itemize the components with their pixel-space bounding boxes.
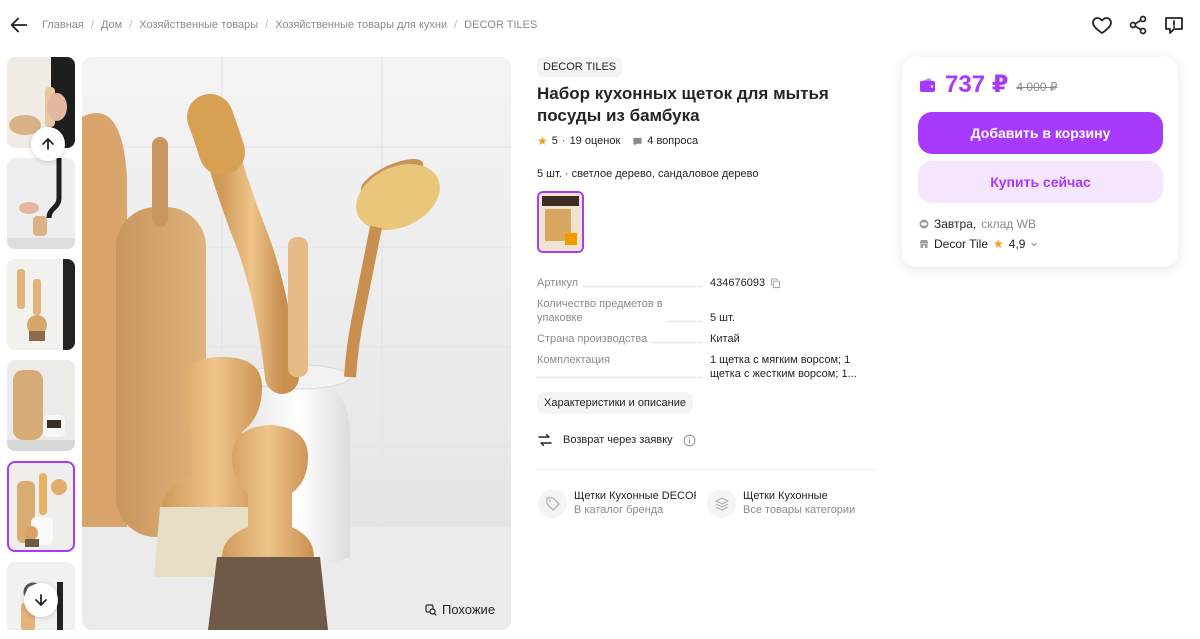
star-icon: ★	[993, 237, 1004, 251]
spec-row: Страна производства Китай	[537, 332, 877, 346]
add-to-cart-button[interactable]: Добавить в корзину	[918, 112, 1163, 154]
brand-chip[interactable]: DECOR TILES	[537, 57, 623, 77]
brand-catalog-subtitle: В каталог бренда	[574, 504, 664, 516]
brand-catalog-title: Щетки Кухонные DECOR	[574, 490, 696, 502]
product-title: Набор кухонных щеток для мытья посуды из…	[537, 84, 829, 125]
price-row: 737 ₽ 4 000 ₽	[919, 70, 1057, 99]
questions-link[interactable]: 4 вопроса	[647, 135, 698, 147]
truck-icon	[919, 219, 929, 229]
spec-row: Комплектация 1 щетка с мягким ворсом; 1 …	[537, 353, 877, 381]
thumbnail-strip	[7, 57, 75, 630]
delivery-warehouse: склад WB	[981, 217, 1036, 231]
similar-icon	[425, 603, 437, 616]
spec-value-article: 434676093	[710, 277, 766, 289]
arrow-up-icon	[42, 138, 54, 150]
rating-separator: ·	[561, 135, 566, 147]
breadcrumb-separator: /	[454, 19, 458, 31]
divider	[537, 469, 877, 470]
wallet-icon	[920, 77, 935, 92]
seller-link[interactable]: Decor Tile ★ 4,9	[919, 237, 1038, 251]
report-icon[interactable]	[1162, 13, 1186, 37]
info-icon[interactable]	[683, 434, 696, 447]
thumbnail-2[interactable]	[7, 158, 75, 249]
share-icon[interactable]	[1126, 13, 1150, 37]
breadcrumb-separator: /	[129, 19, 133, 31]
top-actions	[1090, 13, 1186, 37]
seller-rating: 4,9	[1008, 237, 1026, 251]
seller-name: Decor Tile	[934, 237, 989, 251]
star-icon: ★	[537, 134, 548, 148]
buy-now-button[interactable]: Купить сейчас	[918, 161, 1163, 203]
similar-button-label: Похожие	[442, 602, 496, 617]
spec-value: Китай	[710, 333, 740, 345]
return-icon	[538, 433, 552, 447]
current-price: 737 ₽	[945, 71, 1009, 98]
shop-icon	[920, 240, 928, 248]
category-subtitle: Все товары категории	[743, 504, 856, 516]
breadcrumb-home-goods[interactable]: Дом	[101, 19, 122, 31]
spec-name: Страна производства	[537, 333, 652, 345]
thumbnail-5[interactable]	[7, 461, 75, 552]
heart-icon[interactable]	[1090, 13, 1114, 37]
delivery-info: Завтра, склад WB	[919, 217, 1036, 231]
brand-catalog-link[interactable]: Щетки Кухонные DECOR В каталог бренда	[538, 489, 698, 518]
spec-row: Артикул 434676093	[537, 276, 877, 290]
variant-label: 5 шт. · светлое дерево, сандаловое дерев…	[537, 168, 759, 180]
breadcrumb-home[interactable]: Главная	[42, 19, 84, 31]
specs-table: Артикул 434676093 Количество предметов в…	[537, 276, 877, 388]
layers-icon	[707, 489, 736, 518]
main-product-image[interactable]	[82, 57, 511, 630]
back-arrow-icon[interactable]	[8, 14, 30, 36]
reviews-link[interactable]: 19 оценок	[570, 135, 621, 147]
breadcrumb: Главная / Дом / Хозяйственные товары / Х…	[42, 19, 537, 31]
spec-name: Комплектация	[537, 354, 614, 366]
thumbnails-scroll-down-button[interactable]	[24, 583, 58, 617]
spec-value: 1 щетка с мягким ворсом; 1 щетка с жестк…	[710, 354, 857, 380]
rating-line: ★ 5 · 19 оценок 4 вопроса	[537, 134, 698, 148]
copy-icon[interactable]	[770, 277, 781, 289]
spec-row: Количество предметов в упаковке 5 шт.	[537, 297, 877, 325]
thumbnail-4[interactable]	[7, 360, 75, 451]
return-policy: Возврат через заявку	[537, 432, 696, 448]
spec-name: Артикул	[537, 277, 583, 289]
spec-value: 5 шт.	[710, 312, 735, 324]
tag-icon	[538, 489, 567, 518]
breadcrumb-separator: /	[265, 19, 269, 31]
question-icon	[633, 137, 642, 146]
arrow-down-icon	[35, 594, 47, 606]
similar-button[interactable]: Похожие	[416, 598, 505, 621]
return-text: Возврат через заявку	[563, 434, 673, 446]
delivery-day: Завтра,	[934, 217, 977, 231]
variant-thumbnail[interactable]	[537, 191, 584, 253]
breadcrumb-separator: /	[90, 19, 94, 31]
old-price: 4 000 ₽	[1016, 79, 1058, 94]
breadcrumb-household[interactable]: Хозяйственные товары	[139, 19, 258, 31]
spec-name: Количество предметов в упаковке	[537, 297, 667, 325]
breadcrumb-brand[interactable]: DECOR TILES	[464, 19, 537, 31]
breadcrumb-kitchen[interactable]: Хозяйственные товары для кухни	[275, 19, 447, 31]
thumbnail-3[interactable]	[7, 259, 75, 350]
rating-value[interactable]: 5	[552, 135, 558, 147]
buy-card: 737 ₽ 4 000 ₽ Добавить в корзину Купить …	[902, 57, 1178, 267]
characteristics-button[interactable]: Характеристики и описание	[537, 392, 693, 414]
category-link[interactable]: Щетки Кухонные Все товары категории	[707, 489, 855, 518]
chevron-down-icon	[1031, 242, 1038, 247]
thumbnails-scroll-up-button[interactable]	[31, 127, 65, 161]
category-title: Щетки Кухонные	[743, 490, 828, 502]
